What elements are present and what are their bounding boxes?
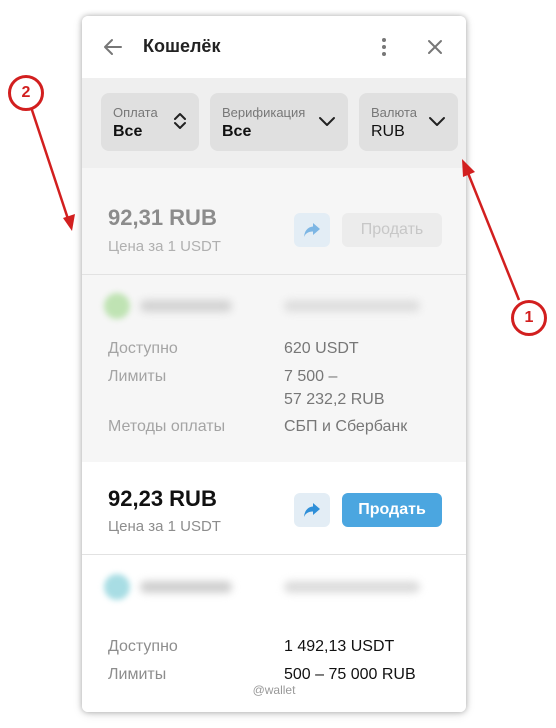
- annotation-badge-1: 1: [511, 300, 547, 336]
- annotation-arrows: [28, 103, 521, 301]
- annotation-badge-2: 2: [8, 75, 44, 111]
